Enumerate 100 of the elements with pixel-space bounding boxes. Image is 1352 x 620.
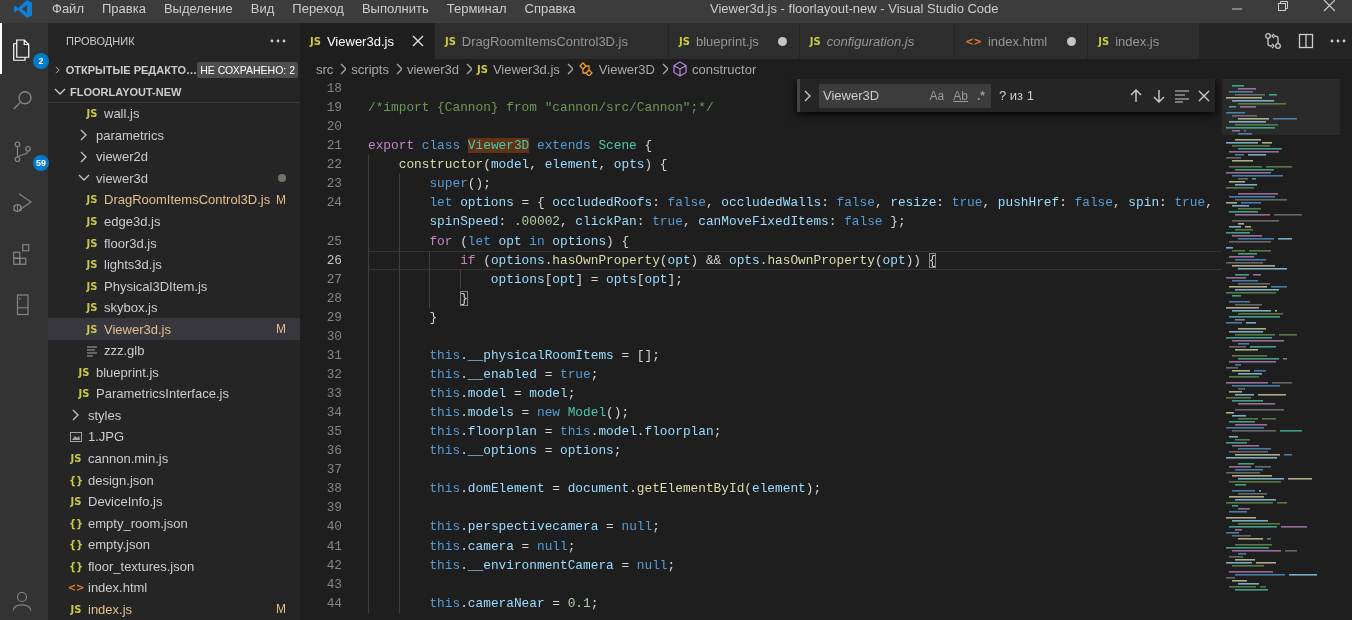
menu-item[interactable]: Правка (92, 0, 155, 17)
more-icon[interactable] (270, 39, 286, 43)
editor-tab[interactable]: JS index.js (1088, 23, 1201, 59)
folder-item[interactable]: viewer3d (48, 167, 300, 190)
count-badge: 59 (33, 155, 49, 171)
file-item[interactable]: JS Physical3DItem.js (48, 275, 300, 297)
folder-item[interactable]: parametrics (48, 124, 300, 147)
line-number: 42 (325, 556, 342, 575)
editor-tab[interactable]: JS configuration.js (799, 23, 956, 59)
git-status: M (276, 602, 286, 617)
file-item[interactable]: JS ParametricsInterface.js (48, 383, 300, 405)
line-number: 43 (325, 575, 342, 594)
class-icon (577, 62, 594, 76)
js-file-icon: JS (86, 302, 98, 314)
menu-item[interactable]: Вид (241, 0, 284, 17)
section-title[interactable]: ОТКРЫТЫЕ РЕДАКТО… (65, 64, 198, 76)
file-item[interactable]: JS skybox.js (48, 296, 300, 319)
code-line: /*import {Cannon} from "cannon/src/Cannon";*/ (368, 99, 715, 118)
section-header[interactable]: FLOORLAYOUT-NEW (48, 81, 300, 103)
breadcrumb-item[interactable]: constructor (672, 61, 757, 77)
menu-item[interactable]: Файл (43, 0, 93, 17)
unsaved-count-badge: НЕ СОХРАНЕНО: 2 (197, 62, 298, 78)
close-icon[interactable] (410, 34, 425, 48)
editor-tab[interactable]: JS DragRoomItemsControl3D.js (434, 23, 669, 59)
js-file-icon: JS (78, 366, 90, 378)
file-item[interactable]: <> index.html (48, 577, 300, 599)
line-number: 41 (325, 537, 342, 556)
line-number: 34 (325, 404, 342, 423)
line-number: 23 (325, 175, 342, 194)
file-item[interactable]: {} design.json (48, 469, 300, 491)
git-status: M (276, 322, 286, 337)
line-number: 18 (325, 80, 342, 98)
file-item[interactable]: JS DeviceInfo.js (48, 490, 300, 513)
line-number: 19 (325, 99, 342, 118)
js-file-icon: JS (1098, 35, 1110, 47)
match-case-toggle[interactable]: Aa (926, 86, 948, 105)
close-icon[interactable] (1323, 0, 1335, 12)
editor-tab[interactable]: <> index.html (955, 23, 1089, 59)
editor-tab[interactable]: JS Viewer3d.js (300, 23, 435, 59)
file-item[interactable]: {} floor_textures.json (48, 555, 300, 578)
folder-item[interactable]: viewer2d (48, 146, 300, 168)
menu-item[interactable]: Переход (283, 0, 353, 17)
js-file-icon: JS (70, 603, 82, 615)
match-count: ? из 1 (999, 88, 1035, 103)
file-item[interactable]: JS DragRoomItemsControl3D.js M (48, 189, 300, 211)
file-item[interactable]: JS edge3d.js (48, 210, 300, 233)
breadcrumb-item[interactable]: Viewer3D (577, 61, 655, 77)
find-input[interactable]: Viewer3D Aa Ab .* (819, 83, 991, 108)
file-item[interactable]: zzz.glb (48, 340, 300, 362)
file-item[interactable]: JS blueprint.js (48, 361, 300, 384)
file-item[interactable]: JS lights3d.js (48, 253, 300, 276)
line-number: 20 (325, 118, 342, 137)
line-number: 27 (325, 270, 342, 289)
file-item[interactable]: 1.JPG (48, 426, 300, 448)
breadcrumb-item[interactable]: src (316, 61, 334, 77)
js-file-icon: JS (70, 496, 82, 508)
file-item[interactable]: JS wall.js (48, 103, 300, 125)
minimap-drawing[interactable] (1222, 79, 1340, 594)
breadcrumb-item[interactable]: JS Viewer3d.js (476, 61, 560, 77)
arrow-up-icon[interactable] (1128, 87, 1144, 104)
json-file-icon: {} (68, 539, 84, 551)
line-number: 24 (325, 194, 342, 213)
line-number: 44 (325, 594, 342, 613)
editor-tab[interactable]: JS blueprint.js (669, 23, 800, 59)
breadcrumb-item[interactable]: viewer3d (406, 61, 459, 77)
menu-item[interactable]: Терминал (437, 0, 516, 17)
close-icon[interactable] (1197, 88, 1211, 103)
breadcrumb-item[interactable]: scripts (351, 61, 389, 77)
file-item[interactable]: {} empty_room.json (48, 512, 300, 534)
line-number: 39 (325, 499, 342, 518)
line-number: 31 (325, 346, 342, 365)
json-file-icon: {} (68, 517, 84, 529)
split-editor-icon[interactable] (1298, 33, 1314, 49)
file-item[interactable]: JS index.js M (48, 598, 300, 620)
html-file-icon: <> (965, 35, 982, 47)
line-number: 21 (325, 137, 342, 156)
line-number: 28 (325, 289, 342, 308)
whole-word-toggle[interactable]: Ab (950, 86, 971, 105)
compare-icon[interactable] (1264, 32, 1282, 50)
line-number: 35 (325, 423, 342, 442)
lines-icon[interactable] (1174, 87, 1190, 104)
menu-item[interactable]: Выполнить (352, 0, 438, 17)
line-number: 30 (325, 327, 342, 346)
file-item[interactable]: JS Viewer3d.js M (48, 318, 300, 340)
restore-icon[interactable] (1277, 0, 1289, 12)
file-item[interactable]: JS floor3d.js (48, 232, 300, 254)
arrow-down-icon[interactable] (1151, 87, 1167, 104)
line-number: 36 (325, 442, 342, 461)
js-file-icon: JS (86, 194, 98, 206)
json-file-icon: {} (68, 560, 84, 572)
file-item[interactable]: {} empty.json (48, 533, 300, 556)
js-file-icon: JS (70, 453, 82, 464)
panel-title: ПРОВОДНИК (66, 35, 135, 47)
folder-item[interactable]: styles (48, 404, 300, 427)
line-number: 38 (325, 480, 342, 499)
menu-item[interactable]: Выделение (154, 0, 242, 17)
menu-item[interactable]: Справка (515, 0, 585, 17)
file-item[interactable]: JS cannon.min.js (48, 447, 300, 470)
more-icon[interactable] (1330, 39, 1346, 43)
regex-toggle[interactable]: .* (974, 86, 988, 105)
